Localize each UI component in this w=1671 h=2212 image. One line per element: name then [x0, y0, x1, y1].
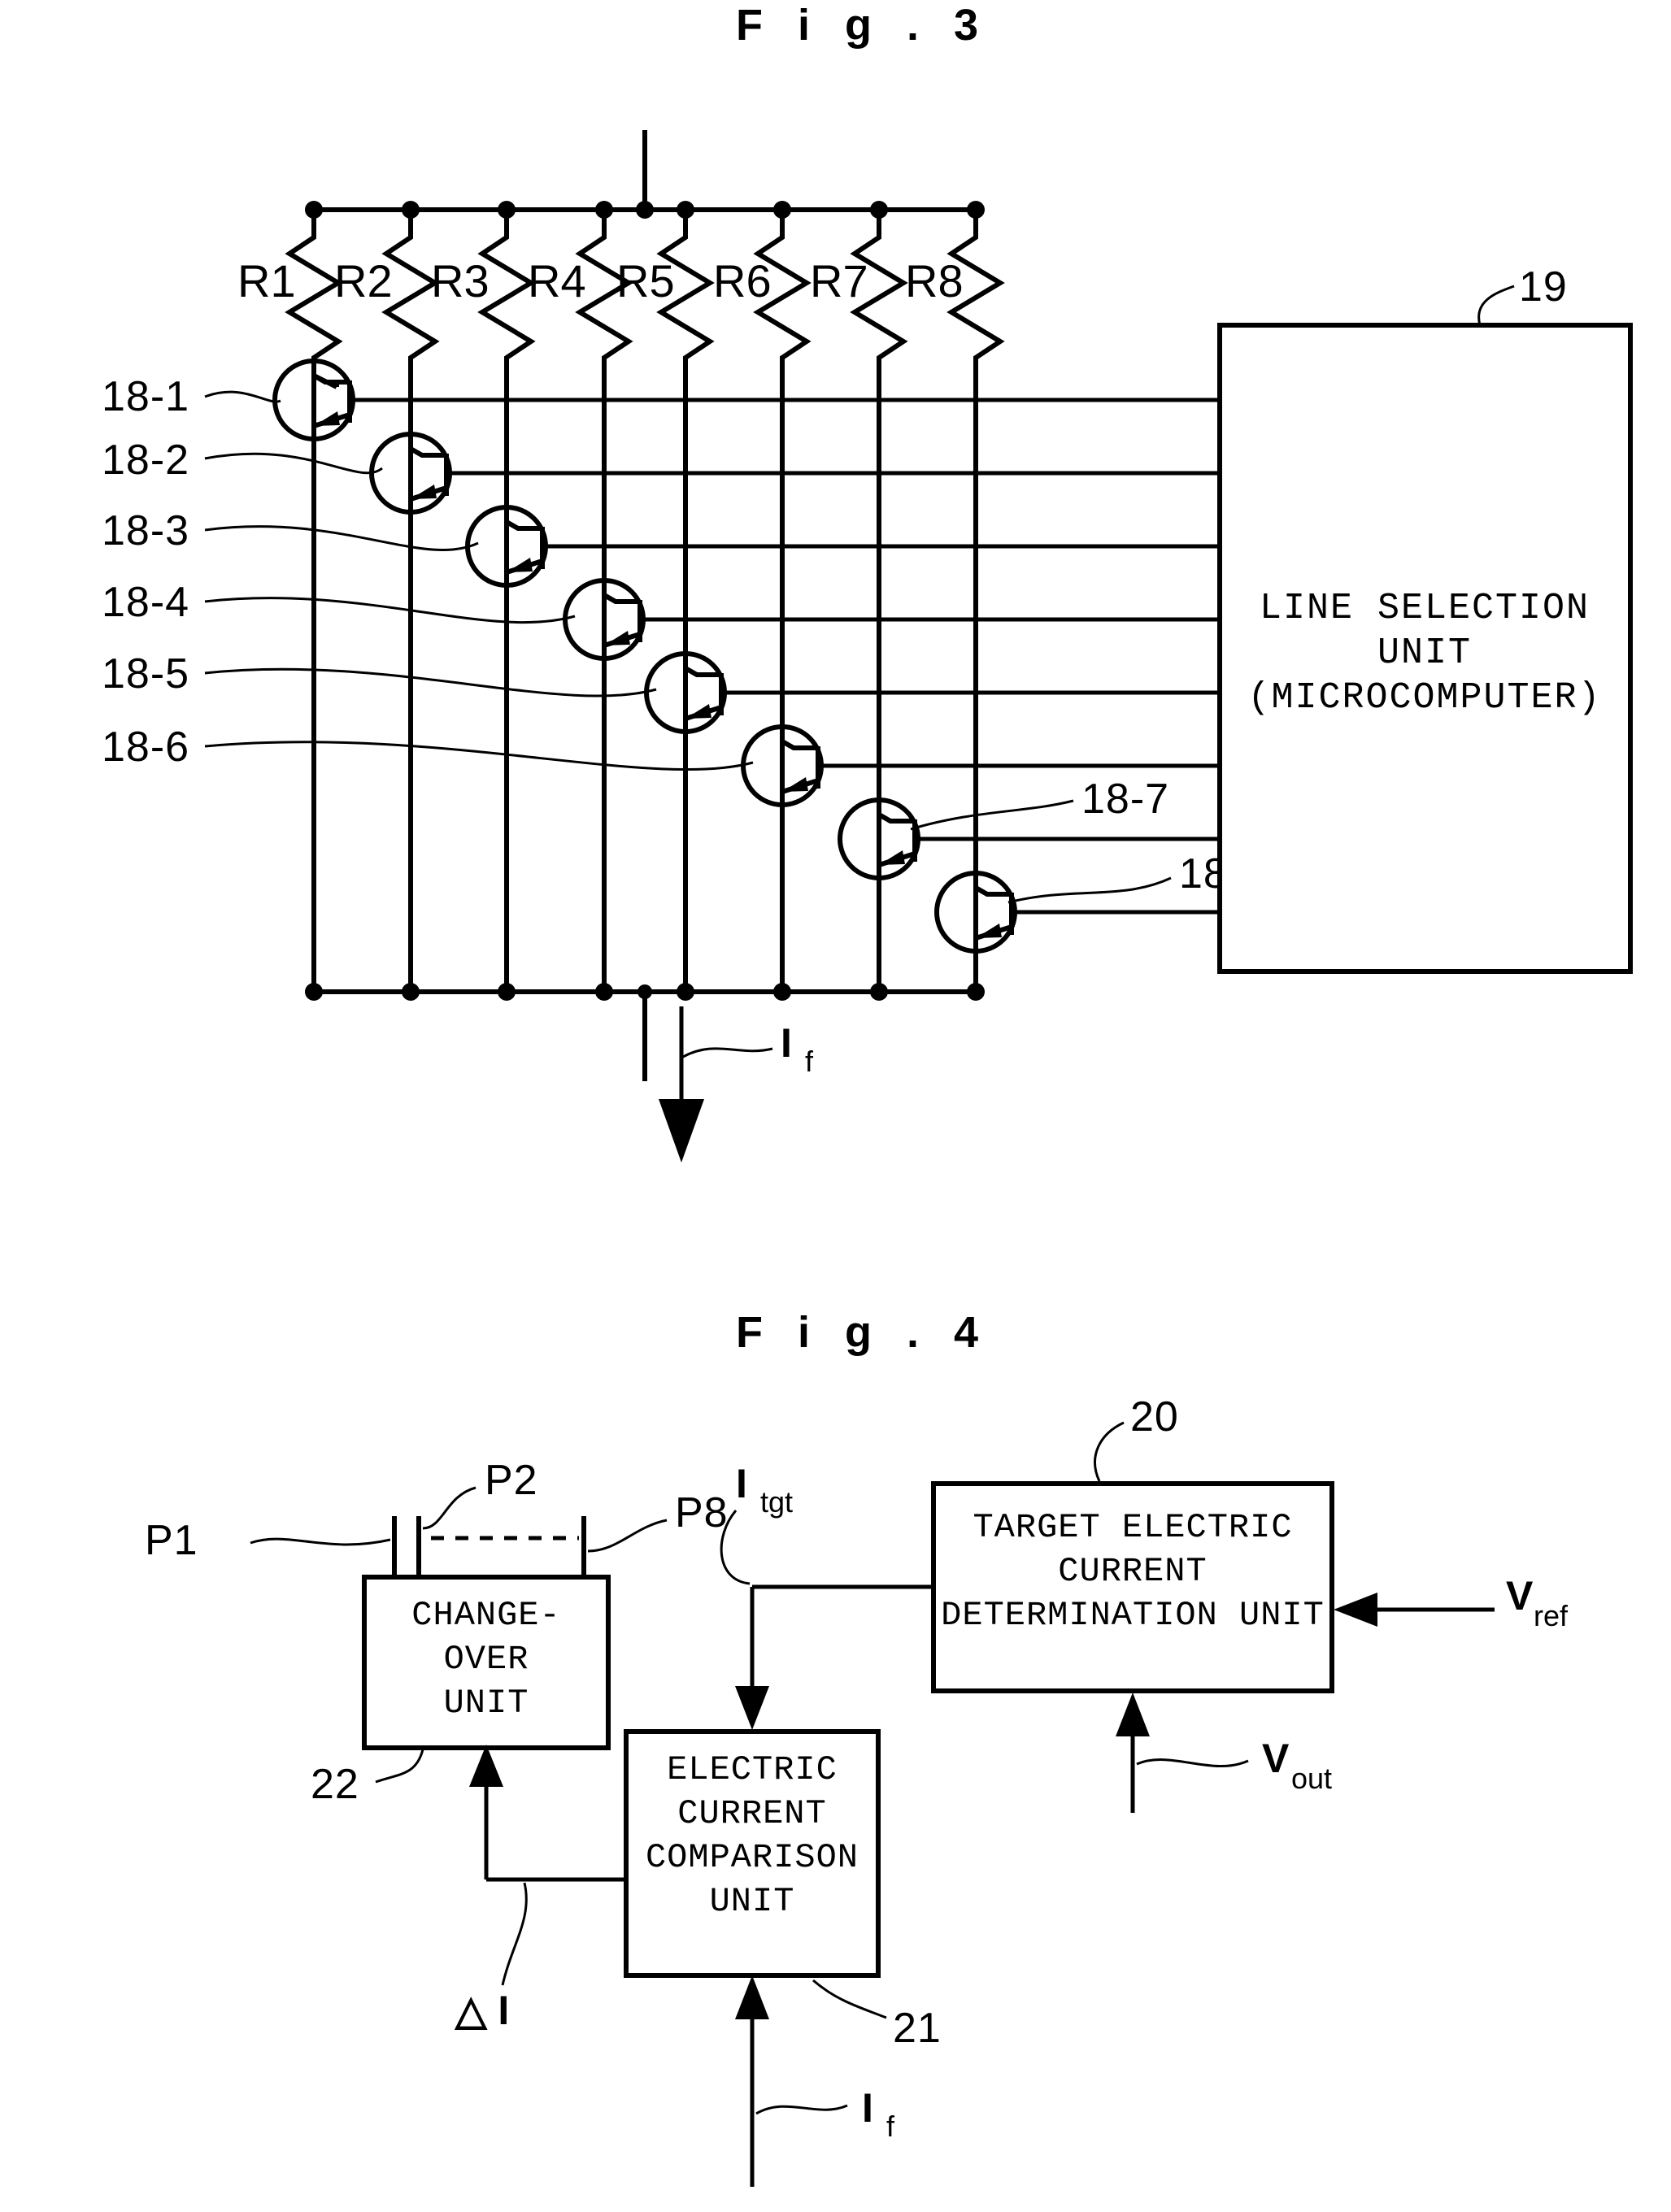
comparison-line-2: CURRENT — [677, 1794, 826, 1833]
resistor-label-R8: R8 — [905, 255, 964, 306]
lsu-line-1: LINE SELECTION — [1260, 588, 1590, 629]
port-label-p8: P8 — [675, 1489, 729, 1536]
if-leader-fig4 — [755, 2104, 848, 2115]
v-out-input: V out — [1116, 1693, 1332, 1813]
vref-symbol: V — [1506, 1573, 1534, 1619]
fig3-if-label: I f — [781, 1020, 814, 1078]
label-18-7-a: 18-7 — [1081, 776, 1169, 823]
if-arrow-head — [659, 1099, 704, 1162]
vout-arrowhead — [1116, 1693, 1150, 1736]
vout-subscript: out — [1291, 1762, 1332, 1795]
vout-leader — [1136, 1758, 1249, 1768]
resistor-label-R4: R4 — [528, 255, 586, 306]
resistor-label-R3: R3 — [431, 255, 490, 306]
resistor-label-R7: R7 — [810, 255, 868, 306]
changeover-line-1: CHANGE- — [411, 1596, 560, 1635]
resistor-label-R5: R5 — [616, 255, 675, 306]
vref-arrowhead — [1334, 1593, 1377, 1627]
resistor-label-R1: R1 — [237, 255, 296, 306]
target-ref-20: 20 — [1130, 1393, 1179, 1441]
if-symbol: I — [781, 1020, 792, 1066]
target-line-2: CURRENT — [1058, 1552, 1207, 1591]
if-subscript: f — [805, 1045, 814, 1078]
comparison-line-3: COMPARISON — [646, 1838, 859, 1877]
port-label-p1: P1 — [145, 1517, 198, 1564]
i-tgt-symbol: I — [736, 1461, 747, 1506]
patent-figure-page: F i g . 3 F i g . 4 R1 R2 R3 R4 R5 R6 R7… — [0, 0, 1671, 2212]
ref22-leader — [375, 1749, 424, 1784]
if-arrowhead — [735, 1975, 769, 2019]
figure-4-title: F i g . 4 — [736, 1308, 990, 1357]
delta-i-path: △ I — [454, 1745, 626, 2033]
leader-18-3 — [204, 525, 479, 552]
p8-leader — [587, 1519, 668, 1553]
vref-subscript: ref — [1534, 1599, 1569, 1632]
if-leader — [682, 1047, 773, 1058]
changeover-unit-box: CHANGE- OVER UNIT — [362, 1575, 611, 1750]
leader-18-7-b — [1007, 876, 1172, 904]
lsu-line-3: (MICROCOMPUTER) — [1247, 677, 1601, 719]
label-18-5: 18-5 — [102, 650, 189, 697]
v-ref-input: V ref — [1334, 1573, 1569, 1632]
comparison-line-1: ELECTRIC — [667, 1750, 838, 1789]
resistor-label-R6: R6 — [713, 255, 772, 306]
target-line-1: TARGET ELECTRIC — [973, 1508, 1292, 1547]
i-tgt-subscript: tgt — [760, 1485, 793, 1519]
leader-18-5 — [204, 667, 657, 697]
label-18-1: 18-1 — [102, 373, 189, 420]
resistor-branch-6 — [753, 201, 812, 992]
leader-18-2 — [204, 452, 383, 475]
figure-3-circuit: R1 R2 R3 R4 R5 R6 R7 R8 18-1 18-2 18-3 1… — [102, 130, 1633, 1162]
changeover-terminals — [392, 1516, 586, 1579]
lsu-line-2: UNIT — [1377, 632, 1472, 674]
comparison-unit-box: ELECTRIC CURRENT COMPARISON UNIT 21 — [624, 1729, 942, 2052]
leader-18-7-a — [910, 799, 1074, 831]
line-selection-unit-box: 19 LINE SELECTION UNIT (MICROCOMPUTER) — [1217, 263, 1633, 974]
label-18-6: 18-6 — [102, 724, 189, 771]
leader-18-4 — [204, 597, 576, 624]
ref21-leader — [812, 1979, 887, 2019]
delta-i-arrowhead — [469, 1745, 503, 1787]
changeover-ref: 22 — [311, 1749, 424, 1808]
resistor-branch-1 — [285, 201, 343, 992]
resistor-branch-2 — [381, 201, 440, 992]
resistor-branch-5 — [656, 201, 715, 992]
resistor-branch-3 — [477, 201, 536, 992]
target-unit-box: TARGET ELECTRIC CURRENT DETERMINATION UN… — [931, 1393, 1334, 1693]
p2-leader — [422, 1486, 476, 1530]
port-label-p2: P2 — [485, 1457, 538, 1504]
p1-leader — [250, 1537, 391, 1546]
comparison-line-4: UNIT — [710, 1882, 795, 1921]
label-18-3: 18-3 — [102, 507, 189, 554]
target-line-3: DETERMINATION UNIT — [941, 1596, 1325, 1635]
delta-i-leader — [501, 1882, 528, 1986]
lsu-ref-leader — [1477, 285, 1515, 326]
vout-symbol: V — [1262, 1736, 1290, 1781]
figure-4-blockdiagram: CHANGE- OVER UNIT P1 P2 P8 22 △ I ELECTR… — [145, 1393, 1569, 2187]
resistor-label-R2: R2 — [334, 255, 393, 306]
transistor-array — [272, 359, 1017, 954]
changeover-ref-22: 22 — [311, 1761, 359, 1808]
delta-i-label: △ I — [454, 1988, 509, 2033]
leader-18-6 — [204, 741, 754, 771]
comparison-ref-21: 21 — [893, 2005, 942, 2052]
leader-18-1 — [204, 390, 281, 403]
ref20-leader — [1094, 1421, 1125, 1482]
changeover-line-3: UNIT — [444, 1684, 529, 1723]
port-labels: P1 P2 P8 — [145, 1457, 729, 1564]
lsu-ref-19: 19 — [1519, 263, 1568, 311]
i-tgt-path: I tgt — [720, 1461, 933, 1730]
i-tgt-arrowhead — [735, 1686, 769, 1730]
fig4-if-subscript: f — [886, 2110, 895, 2143]
changeover-line-2: OVER — [444, 1640, 529, 1679]
resistor-ladder — [285, 201, 1005, 1001]
label-18-4: 18-4 — [102, 579, 189, 626]
fig4-if-symbol: I — [862, 2085, 873, 2131]
label-18-2: 18-2 — [102, 437, 189, 484]
fig4-if-input: I f — [735, 1975, 895, 2187]
